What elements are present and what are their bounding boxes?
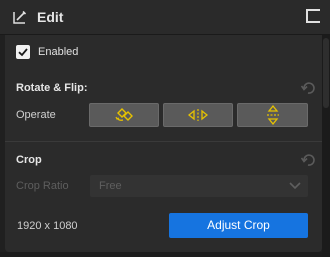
chevron-down-icon [289,182,301,190]
collapse-icon[interactable] [305,8,321,24]
adjust-crop-button[interactable]: Adjust Crop [169,213,308,238]
scrollbar-thumb[interactable] [323,38,329,108]
edit-icon [12,9,28,25]
rotate-flip-title: Rotate & Flip: [16,82,88,94]
operate-label: Operate [16,109,56,121]
flip-vertical-icon [266,104,279,126]
crop-ratio-label: Crop Ratio [16,180,69,192]
crop-ratio-select[interactable]: Free [90,175,308,197]
edit-panel-root: Edit Enabled Rotate & Flip: Operate Crop… [0,0,330,257]
crop-ratio-value: Free [99,180,122,192]
flip-vertical-button[interactable] [237,103,308,127]
reset-icon[interactable] [300,81,317,95]
panel-header: Edit [0,0,330,35]
checkmark-icon [18,48,28,57]
flip-horizontal-button[interactable] [163,103,233,127]
crop-dimensions: 1920 x 1080 [17,220,78,232]
rotate-button[interactable] [89,103,159,127]
panel-title: Edit [37,9,64,25]
panel-bottom-edge [0,252,322,257]
section-divider [5,141,322,142]
flip-horizontal-icon [187,109,209,121]
rotate-icon [115,108,133,121]
crop-title: Crop [16,154,42,166]
enabled-checkbox[interactable] [16,45,30,59]
edit-section: Enabled Rotate & Flip: Operate Crop Crop… [5,35,322,252]
scrollbar[interactable] [322,35,330,257]
enabled-label: Enabled [38,46,79,58]
crop-reset-icon[interactable] [300,153,317,167]
